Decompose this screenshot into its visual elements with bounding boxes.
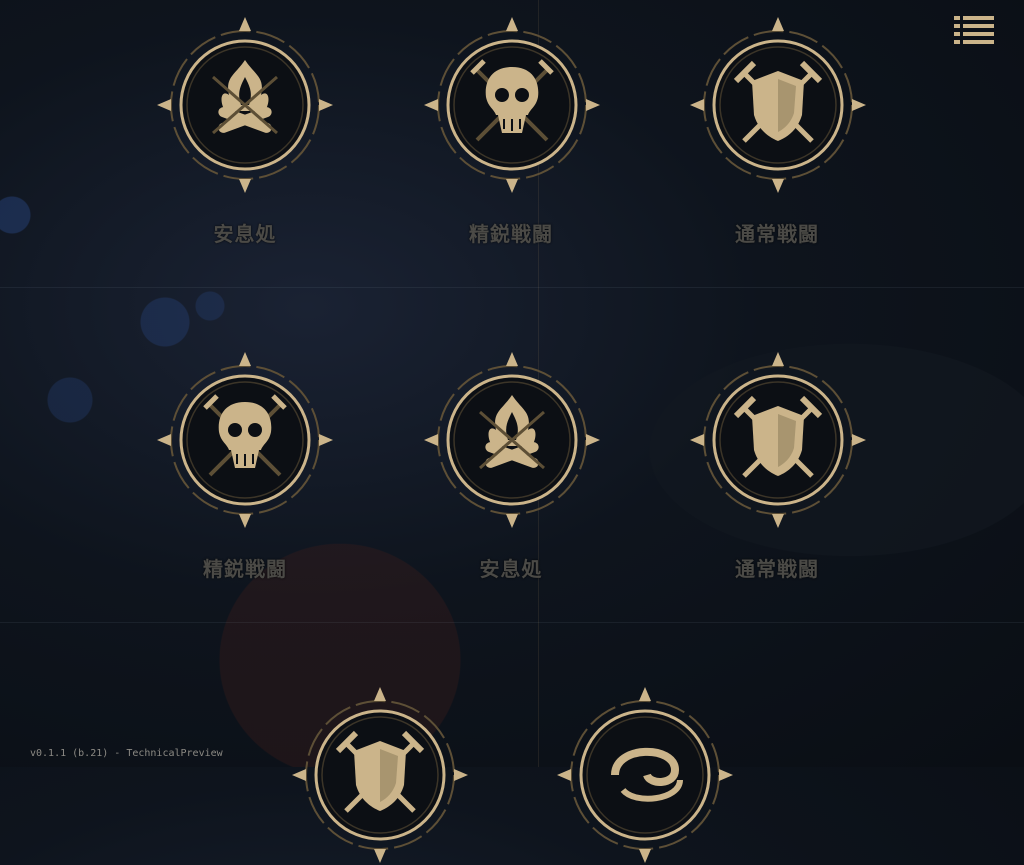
map-node-label: 通常戦闘 [735, 222, 819, 246]
skull-crossed-swords-icon [157, 352, 333, 528]
menu-button[interactable] [954, 14, 994, 46]
map-node-label: 安息処 [479, 557, 543, 581]
map-node-battle[interactable] [688, 15, 868, 195]
skull-crossed-swords-icon [424, 17, 600, 193]
shield-crossed-swords-icon [690, 17, 866, 193]
map-node-battle[interactable] [290, 685, 470, 865]
map-node-rest[interactable] [422, 350, 602, 530]
map-node-elite[interactable] [155, 350, 335, 530]
shield-crossed-swords-icon [292, 687, 468, 863]
map-node-label: 安息処 [213, 222, 277, 246]
grid-divider [0, 622, 1024, 623]
swirl-storm-icon [557, 687, 733, 863]
map-node-battle[interactable] [688, 350, 868, 530]
map-node-label: 通常戦闘 [735, 557, 819, 581]
campfire-icon [157, 17, 333, 193]
shield-crossed-swords-icon [690, 352, 866, 528]
map-node-elite[interactable] [422, 15, 602, 195]
map-node-label: 精鋭戦闘 [469, 222, 553, 246]
map-node-label: 精鋭戦闘 [203, 557, 287, 581]
map-node-mystery[interactable] [555, 685, 735, 865]
campfire-icon [424, 352, 600, 528]
version-text: v0.1.1 (b.21) - TechnicalPreview [30, 748, 223, 759]
grid-divider [0, 287, 1024, 288]
map-node-rest[interactable] [155, 15, 335, 195]
